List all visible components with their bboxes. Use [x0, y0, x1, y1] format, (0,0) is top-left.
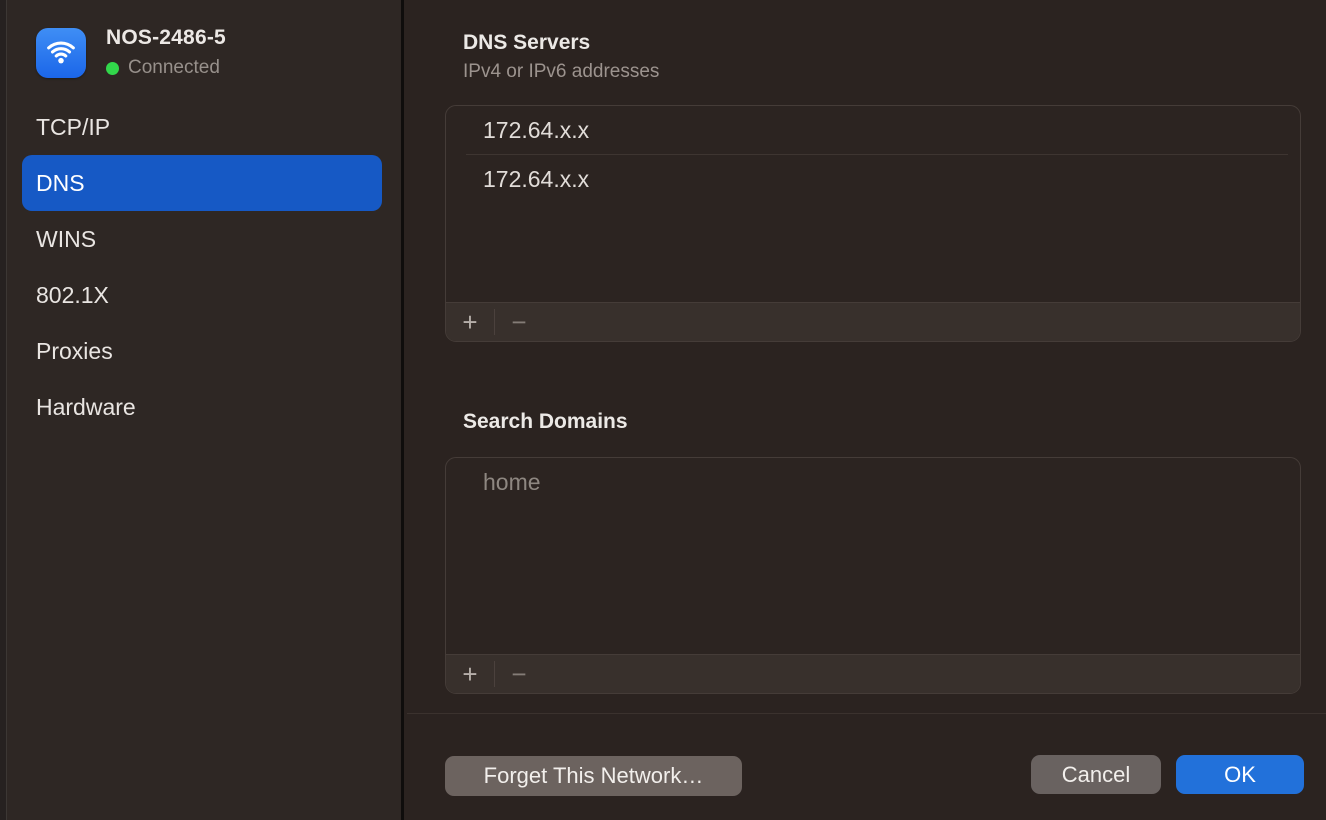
- network-status: Connected: [106, 57, 226, 79]
- dns-servers-list: 172.64.x.x 172.64.x.x + −: [445, 105, 1301, 342]
- dns-list-toolbar: + −: [446, 302, 1300, 341]
- footer-divider: [407, 713, 1326, 714]
- sidebar-item-proxies[interactable]: Proxies: [22, 323, 382, 379]
- sidebar-nav: TCP/IP DNS WINS 802.1X Proxies Hardware: [22, 99, 382, 435]
- network-header: NOS-2486-5 Connected: [36, 26, 226, 79]
- sidebar-item-hardware[interactable]: Hardware: [22, 379, 382, 435]
- connected-status-dot-icon: [106, 62, 119, 75]
- dns-server-entry[interactable]: 172.64.x.x: [446, 155, 1300, 203]
- cancel-button[interactable]: Cancel: [1031, 755, 1161, 794]
- network-info: NOS-2486-5 Connected: [106, 26, 226, 79]
- plus-icon: +: [462, 307, 477, 337]
- minus-icon: −: [511, 659, 526, 689]
- window-edge: [0, 0, 7, 820]
- dns-servers-subtitle: IPv4 or IPv6 addresses: [463, 61, 659, 83]
- sidebar-item-8021x[interactable]: 802.1X: [22, 267, 382, 323]
- sidebar-item-wins[interactable]: WINS: [22, 211, 382, 267]
- network-name: NOS-2486-5: [106, 26, 226, 50]
- sidebar-item-dns[interactable]: DNS: [22, 155, 382, 211]
- add-search-domain-button[interactable]: +: [452, 658, 488, 690]
- sidebar-item-tcpip[interactable]: TCP/IP: [22, 99, 382, 155]
- network-details-dialog: NOS-2486-5 Connected TCP/IP DNS WINS 802…: [0, 0, 1326, 820]
- plus-icon: +: [462, 659, 477, 689]
- wifi-icon: [36, 28, 86, 78]
- forget-network-button[interactable]: Forget This Network…: [445, 756, 742, 796]
- ok-button[interactable]: OK: [1176, 755, 1304, 794]
- sidebar: NOS-2486-5 Connected TCP/IP DNS WINS 802…: [0, 0, 404, 820]
- search-domain-entry[interactable]: home: [446, 458, 1300, 506]
- remove-dns-server-button[interactable]: −: [501, 306, 537, 338]
- search-list-toolbar: + −: [446, 654, 1300, 693]
- add-dns-server-button[interactable]: +: [452, 306, 488, 338]
- toolbar-separator: [494, 309, 495, 335]
- dns-settings-panel: DNS Servers IPv4 or IPv6 addresses 172.6…: [407, 0, 1326, 820]
- remove-search-domain-button[interactable]: −: [501, 658, 537, 690]
- dns-servers-title: DNS Servers: [463, 31, 590, 55]
- search-domains-list: home + −: [445, 457, 1301, 694]
- dns-server-entry[interactable]: 172.64.x.x: [446, 106, 1300, 154]
- minus-icon: −: [511, 307, 526, 337]
- toolbar-separator: [494, 661, 495, 687]
- search-domains-title: Search Domains: [463, 410, 628, 434]
- network-status-label: Connected: [128, 57, 220, 79]
